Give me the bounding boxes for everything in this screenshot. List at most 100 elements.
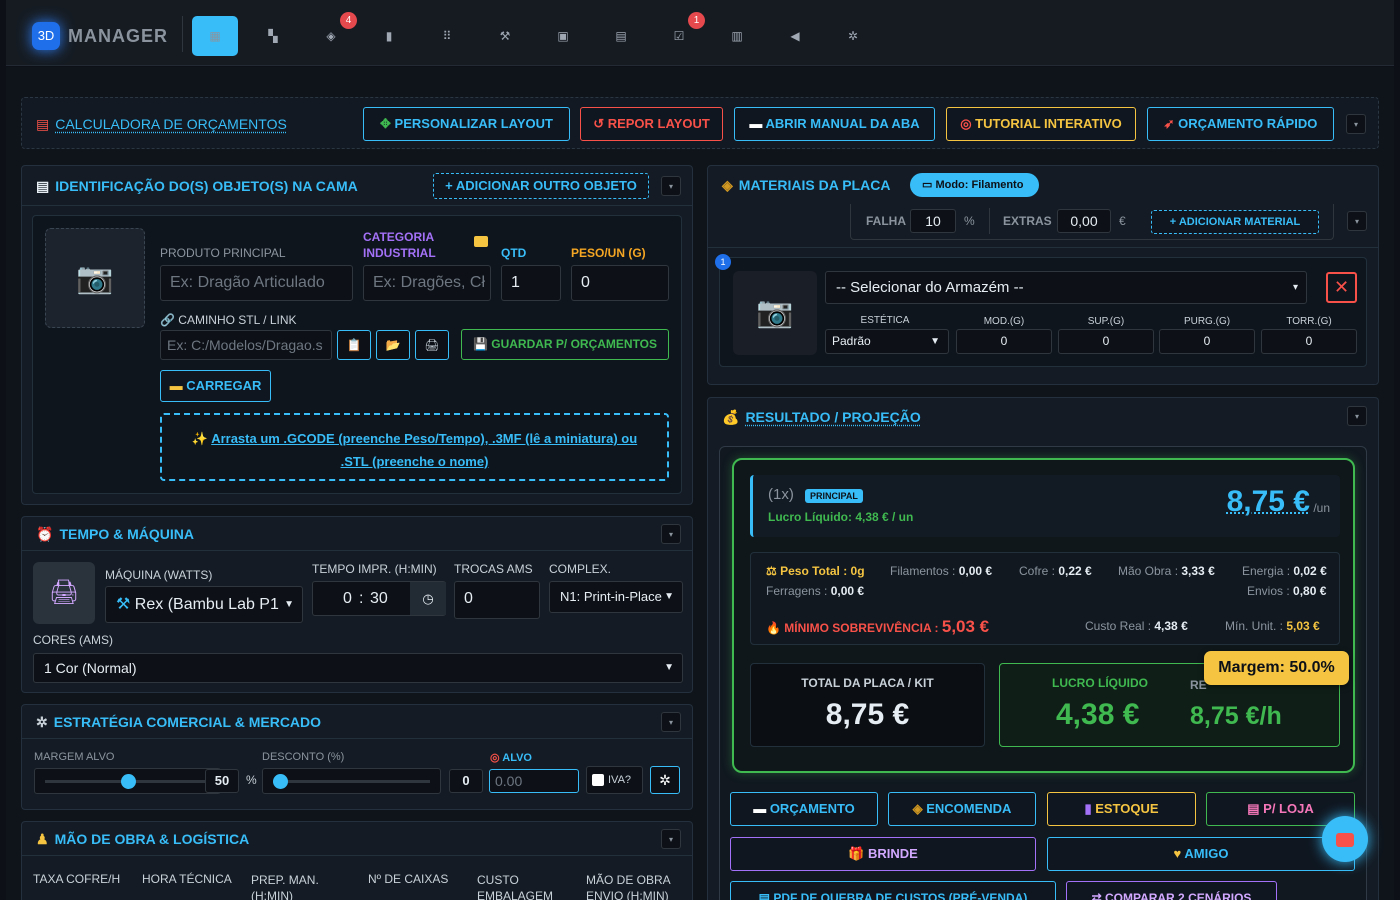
- customize-layout-button[interactable]: ✥ PERSONALIZAR LAYOUT: [363, 107, 570, 141]
- strategy-collapse-chevron-icon[interactable]: ▾: [661, 712, 681, 732]
- labor-col-5: MÃO DE OBRA ENVIO (H:MIN): [586, 872, 686, 900]
- tab-gear[interactable]: ✲: [830, 16, 876, 56]
- machine-label: MÁQUINA (WATTS): [105, 568, 212, 582]
- path-input[interactable]: Ex: C:/Modelos/Dragao.s: [160, 330, 332, 360]
- strategy-settings-gear-icon[interactable]: ✲: [650, 766, 680, 794]
- object-thumbnail-camera-icon[interactable]: 📷: [45, 228, 145, 328]
- fail-input[interactable]: 10: [910, 209, 956, 233]
- cost-breakdown-pdf-button[interactable]: ▤ PDF DE QUEBRA DE CUSTOS (PRÉ-VENDA): [730, 881, 1056, 900]
- store-icon: ▤: [615, 29, 626, 43]
- folder-icon: ▬: [170, 378, 187, 393]
- complexity-label: COMPLEX.: [549, 562, 611, 576]
- margin-value-input[interactable]: 50: [205, 769, 239, 793]
- tab-stats[interactable]: ▥: [714, 16, 760, 56]
- materials-collapse-chevron-icon[interactable]: ▾: [1347, 211, 1367, 231]
- fail-label: FALHA: [866, 214, 906, 228]
- tab-printer[interactable]: ▣: [540, 16, 586, 56]
- remove-material-close-icon[interactable]: ✕: [1326, 272, 1357, 303]
- open-folder-icon[interactable]: 📂: [376, 330, 410, 360]
- gift-action-button[interactable]: 🎁 BRINDE: [730, 837, 1036, 871]
- target-price-input[interactable]: 0.00: [489, 769, 579, 793]
- ams-input[interactable]: 0: [454, 581, 540, 619]
- warehouse-select[interactable]: -- Selecionar do Armazém -- ▾: [825, 271, 1307, 304]
- clock-icon[interactable]: ◷: [410, 582, 446, 615]
- summary-profit-line: Lucro Líquido: 4,38 € / un: [768, 510, 913, 524]
- path-label: 🔗 CAMINHO STL / LINK: [160, 313, 297, 327]
- discount-value-input[interactable]: 0: [449, 769, 483, 793]
- folder-icon[interactable]: [474, 236, 488, 247]
- add-material-button[interactable]: + ADICIONAR MATERIAL: [1151, 210, 1319, 234]
- margin-slider-thumb[interactable]: [121, 774, 136, 789]
- tab-calculator[interactable]: ▦: [192, 16, 238, 56]
- clipboard-icon[interactable]: 📋: [337, 330, 371, 360]
- sup-input[interactable]: 0: [1058, 329, 1154, 354]
- spool-icon: ▭: [922, 179, 935, 191]
- order-action-button[interactable]: ◈ ENCOMENDA: [888, 792, 1036, 826]
- header-collapse-chevron-icon[interactable]: ▾: [1346, 114, 1366, 134]
- net-profit-label: LUCRO LÍQUIDO: [1052, 676, 1148, 690]
- iva-checkbox[interactable]: [592, 774, 604, 786]
- weight-input[interactable]: 0: [571, 265, 669, 301]
- tab-store[interactable]: ▤: [598, 16, 644, 56]
- tab-megaphone[interactable]: ◀: [772, 16, 818, 56]
- gear-icon: ✲: [848, 29, 858, 43]
- product-input[interactable]: Ex: Dragão Articulado: [160, 265, 353, 301]
- compare-scenarios-button[interactable]: ⇄ COMPARAR 2 CENÁRIOS: [1066, 881, 1277, 900]
- printer-icon[interactable]: 🖨: [415, 330, 449, 360]
- material-camera-icon[interactable]: 📷: [733, 271, 817, 355]
- tab-spool[interactable]: ▮: [366, 16, 412, 56]
- material-index-badge: 1: [715, 254, 731, 270]
- rocket-icon: ➶: [1164, 116, 1179, 131]
- iva-toggle[interactable]: IVA?: [586, 766, 643, 794]
- result-collapse-chevron-icon[interactable]: ▾: [1347, 406, 1367, 426]
- load-button[interactable]: ▬ CARREGAR: [160, 370, 271, 402]
- identification-collapse-chevron-icon[interactable]: ▾: [661, 176, 681, 196]
- category-input[interactable]: Ex: Dragões, Cł: [363, 265, 491, 301]
- puzzle-icon: ✥: [380, 116, 395, 131]
- extras-label: EXTRAS: [1003, 214, 1052, 228]
- discount-slider-thumb[interactable]: [273, 774, 288, 789]
- labor-cost: Mão Obra : 3,33 €: [1118, 564, 1215, 578]
- machine-select[interactable]: ⚒ Rex (Bambu Lab P1 ▼: [105, 586, 303, 623]
- tab-users[interactable]: ⠿: [424, 16, 470, 56]
- mode-badge[interactable]: ▭ Modo: Filamento: [910, 173, 1039, 197]
- mod-input[interactable]: 0: [956, 329, 1052, 354]
- extras-input[interactable]: 0,00: [1057, 209, 1111, 233]
- complexity-select[interactable]: N1: Print-in-Place ▼: [549, 581, 683, 613]
- megaphone-icon: ◀: [790, 29, 799, 43]
- torr-input[interactable]: 0: [1261, 329, 1357, 354]
- labor-collapse-chevron-icon[interactable]: ▾: [661, 829, 681, 849]
- material-row: 1 📷 -- Selecionar do Armazém -- ▾ ✕ ESTÉT…: [719, 257, 1367, 367]
- tab-hammer[interactable]: ⚒: [482, 16, 528, 56]
- print-time-label: TEMPO IMPR. (H:MIN): [312, 562, 437, 576]
- quick-quote-button[interactable]: ➶ ORÇAMENTO RÁPIDO: [1147, 107, 1334, 141]
- strategy-card-header: ✲ ESTRATÉGIA COMERCIAL & MERCADO ▾: [22, 705, 692, 739]
- stock-action-button[interactable]: ▮ ESTOQUE: [1047, 792, 1196, 826]
- print-time-input[interactable]: 0 : 30 ◷: [312, 581, 446, 616]
- purg-input[interactable]: 0: [1159, 329, 1255, 354]
- save-for-quotes-button[interactable]: 💾 GUARDAR P/ ORÇAMENTOS: [461, 329, 669, 360]
- floating-toolbox-icon[interactable]: [1322, 816, 1368, 862]
- discount-slider[interactable]: [262, 768, 441, 794]
- cost-breakdown: ⚖ Peso Total : 0g Filamentos : 0,00 € Co…: [750, 552, 1340, 645]
- friend-action-button[interactable]: ♥ AMIGO: [1047, 837, 1355, 871]
- hammer-icon: ⚒: [500, 29, 511, 43]
- reset-layout-button[interactable]: ↺ REPOR LAYOUT: [580, 107, 723, 141]
- qty-input[interactable]: 1: [501, 265, 561, 301]
- survival-minimum: 🔥 MÍNIMO SOBREVIVÊNCIA : 5,03 €: [766, 617, 989, 637]
- machine-collapse-chevron-icon[interactable]: ▾: [661, 524, 681, 544]
- interactive-tutorial-button[interactable]: ◎ TUTORIAL INTERATIVO: [946, 107, 1136, 141]
- aesthetic-select[interactable]: Padrão ▼: [825, 329, 949, 354]
- colors-label: CORES (AMS): [33, 633, 113, 647]
- margin-slider[interactable]: [34, 768, 221, 794]
- open-manual-button[interactable]: ▬ ABRIR MANUAL DA ABA: [734, 107, 935, 141]
- file-drop-zone[interactable]: ✨ Arrasta um .GCODE (preenche Peso/Tempo…: [160, 413, 669, 481]
- app-name: MANAGER: [68, 26, 168, 47]
- quote-action-button[interactable]: ▬ ORÇAMENTO: [730, 792, 878, 826]
- colors-select[interactable]: 1 Cor (Normal) ▼: [33, 653, 683, 683]
- calculator-icon: ▦: [209, 29, 220, 43]
- book-icon: ▬: [749, 116, 765, 131]
- tab-palette[interactable]: ▚: [250, 16, 296, 56]
- compare-icon: ⇄: [1092, 891, 1105, 900]
- add-object-button[interactable]: + ADICIONAR OUTRO OBJETO: [433, 173, 649, 199]
